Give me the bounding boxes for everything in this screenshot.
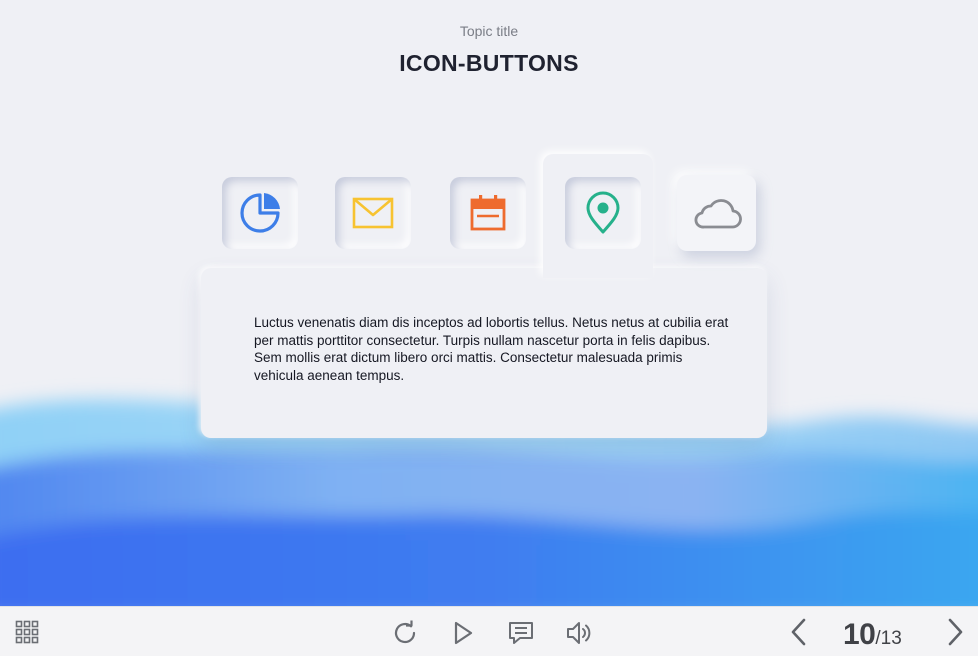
cloud-icon bbox=[694, 199, 742, 229]
cloud-button[interactable] bbox=[677, 175, 756, 251]
pie-chart-button[interactable] bbox=[222, 177, 298, 249]
menu-button[interactable] bbox=[14, 619, 40, 645]
mail-icon bbox=[352, 197, 394, 229]
location-pin-icon bbox=[586, 191, 620, 234]
play-icon bbox=[454, 621, 473, 645]
player-toolbar: 10/13 bbox=[0, 606, 978, 656]
volume-icon bbox=[567, 622, 591, 644]
page-title: ICON-BUTTONS bbox=[399, 50, 579, 76]
previous-slide-button[interactable] bbox=[786, 617, 810, 647]
next-slide-button[interactable] bbox=[944, 617, 968, 647]
replay-button[interactable] bbox=[391, 619, 419, 647]
calendar-icon bbox=[470, 195, 506, 231]
chevron-left-icon bbox=[791, 618, 806, 646]
location-button[interactable] bbox=[565, 177, 641, 249]
slide-stage: Topic title ICON-BUTTONS Luctus venenati… bbox=[0, 0, 978, 606]
panel-text: Luctus venenatis diam dis inceptos ad lo… bbox=[254, 315, 729, 383]
replay-icon bbox=[394, 620, 416, 644]
calendar-button[interactable] bbox=[450, 177, 526, 249]
slide-counter: 10/13 bbox=[843, 618, 902, 651]
grid-menu-icon bbox=[15, 620, 39, 644]
topic-title: Topic title bbox=[459, 23, 519, 39]
volume-button[interactable] bbox=[564, 619, 594, 647]
total-slides: /13 bbox=[875, 628, 902, 649]
notes-icon bbox=[509, 622, 533, 644]
pie-chart-icon bbox=[240, 193, 280, 233]
current-slide-number: 10 bbox=[843, 618, 876, 651]
mail-button[interactable] bbox=[335, 177, 411, 249]
notes-button[interactable] bbox=[506, 619, 536, 647]
play-button[interactable] bbox=[450, 619, 476, 647]
chevron-right-icon bbox=[948, 618, 963, 646]
